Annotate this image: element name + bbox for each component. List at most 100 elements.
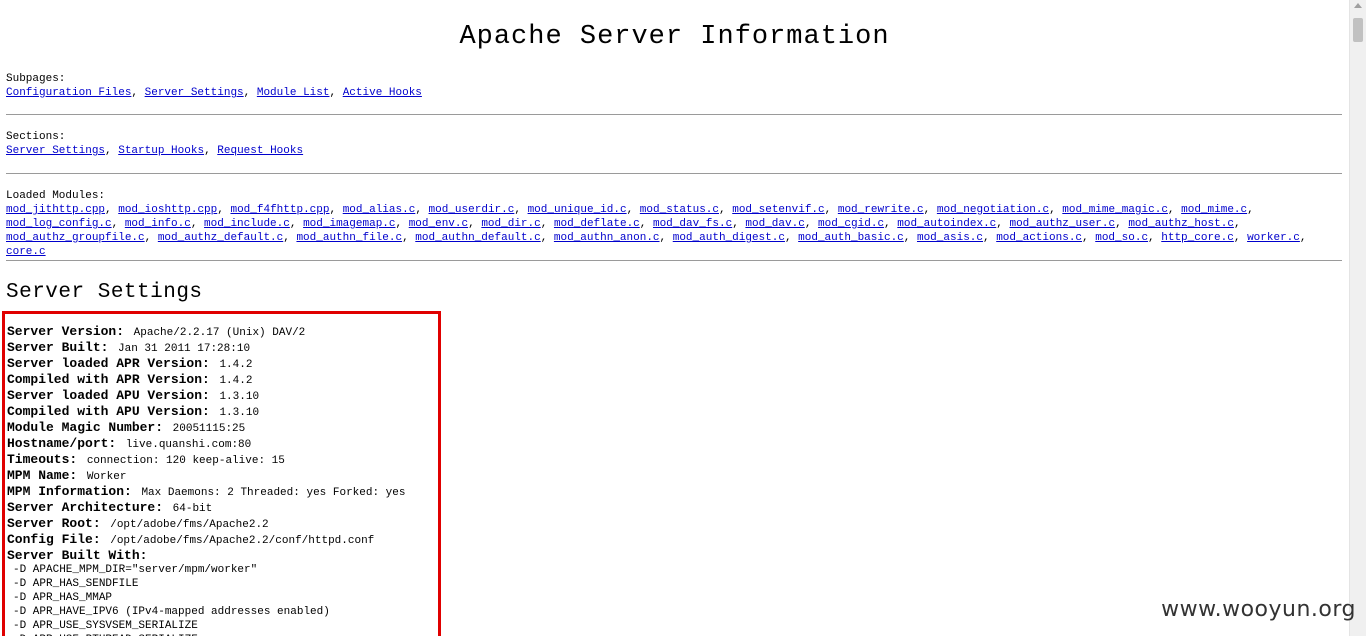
page-content: Apache Server Information Subpages: Conf… (0, 0, 1349, 636)
vertical-scrollbar[interactable] (1349, 0, 1366, 636)
module-link[interactable]: mod_setenvif.c (732, 204, 824, 216)
module-link[interactable]: mod_rewrite.c (838, 204, 924, 216)
module-link[interactable]: http_core.c (1161, 232, 1234, 244)
setting-key: Config File: (7, 532, 101, 547)
module-link[interactable]: core.c (6, 246, 46, 258)
module-link[interactable]: mod_so.c (1095, 232, 1148, 244)
module-link[interactable]: mod_autoindex.c (897, 218, 996, 230)
module-link[interactable]: mod_auth_digest.c (673, 232, 785, 244)
module-link[interactable]: mod_authz_groupfile.c (6, 232, 145, 244)
module-link[interactable]: mod_authz_default.c (158, 232, 283, 244)
subpages-label: Subpages: (6, 73, 66, 85)
loaded-modules-section: Loaded Modules: mod_jithttp.cpp, mod_ios… (6, 189, 1342, 259)
build-define: -D APR_HAS_SENDFILE (13, 578, 139, 590)
setting-row: Server Architecture: 64-bit (7, 499, 437, 515)
module-link[interactable]: mod_alias.c (343, 204, 416, 216)
server-settings-heading: Server Settings (6, 281, 203, 304)
section-link[interactable]: Server Settings (6, 145, 105, 157)
module-link[interactable]: mod_log_config.c (6, 218, 112, 230)
section-link[interactable]: Startup Hooks (118, 145, 204, 157)
setting-value: live.quanshi.com:80 (125, 439, 252, 451)
module-link[interactable]: mod_authn_default.c (415, 232, 540, 244)
subpage-link[interactable]: Module List (257, 87, 330, 99)
module-link[interactable]: mod_actions.c (996, 232, 1082, 244)
module-link[interactable]: mod_jithttp.cpp (6, 204, 105, 216)
setting-value: Apache/2.2.17 (Unix) DAV/2 (133, 327, 306, 339)
sections-label: Sections: (6, 131, 66, 143)
module-link[interactable]: mod_mime.c (1181, 204, 1247, 216)
settings-rows: Server Version: Apache/2.2.17 (Unix) DAV… (7, 323, 437, 563)
module-link[interactable]: mod_dir.c (481, 218, 540, 230)
setting-value: 1.4.2 (219, 375, 253, 387)
module-link[interactable]: mod_mime_magic.c (1062, 204, 1168, 216)
module-link[interactable]: mod_imagemap.c (303, 218, 395, 230)
setting-row: Server Root: /opt/adobe/fms/Apache2.2 (7, 515, 437, 531)
setting-key: MPM Name: (7, 468, 78, 483)
build-define: -D APR_HAVE_IPV6 (IPv4-mapped addresses … (13, 606, 330, 618)
setting-value: Worker (86, 471, 127, 483)
build-define: -D APR_USE_SYSVSEM_SERIALIZE (13, 620, 198, 632)
divider (6, 114, 1342, 115)
setting-key: Server Root: (7, 516, 101, 531)
subpage-link[interactable]: Configuration Files (6, 87, 131, 99)
setting-key: MPM Information: (7, 484, 132, 499)
module-link[interactable]: mod_authn_anon.c (554, 232, 660, 244)
setting-row: MPM Name: Worker (7, 467, 437, 483)
setting-value: Jan 31 2011 17:28:10 (118, 343, 251, 355)
build-defines-list: -D APACHE_MPM_DIR="server/mpm/worker" -D … (7, 563, 437, 636)
setting-value: /opt/adobe/fms/Apache2.2 (110, 519, 269, 531)
module-link[interactable]: mod_dav.c (745, 218, 804, 230)
section-link[interactable]: Request Hooks (217, 145, 303, 157)
module-link[interactable]: mod_authz_host.c (1128, 218, 1234, 230)
setting-key: Server Built: (7, 340, 109, 355)
setting-key: Server Architecture: (7, 500, 164, 515)
setting-row: Module Magic Number: 20051115:25 (7, 419, 437, 435)
setting-row: Server Version: Apache/2.2.17 (Unix) DAV… (7, 323, 437, 339)
subpage-link[interactable]: Server Settings (145, 87, 244, 99)
setting-value: 1.3.10 (219, 391, 260, 403)
setting-value: 1.4.2 (219, 359, 253, 371)
setting-row: Compiled with APU Version: 1.3.10 (7, 403, 437, 419)
setting-value: Max Daemons: 2 Threaded: yes Forked: yes (141, 487, 406, 499)
setting-key: Compiled with APR Version: (7, 372, 210, 387)
module-link[interactable]: mod_dav_fs.c (653, 218, 732, 230)
module-link[interactable]: mod_userdir.c (429, 204, 515, 216)
module-link[interactable]: mod_f4fhttp.cpp (230, 204, 329, 216)
setting-value: 64-bit (172, 503, 213, 515)
page-title: Apache Server Information (459, 22, 890, 52)
module-link[interactable]: mod_authz_user.c (1009, 218, 1115, 230)
setting-row: Hostname/port: live.quanshi.com:80 (7, 435, 437, 451)
setting-key: Server loaded APR Version: (7, 356, 210, 371)
module-link[interactable]: mod_asis.c (917, 232, 983, 244)
server-settings-list: Server Version: Apache/2.2.17 (Unix) DAV… (7, 323, 437, 636)
sections-links: Server Settings, Startup Hooks, Request … (6, 145, 304, 157)
module-link[interactable]: mod_unique_id.c (528, 204, 627, 216)
module-link[interactable]: worker.c (1247, 232, 1300, 244)
module-link[interactable]: mod_negotiation.c (937, 204, 1049, 216)
subpage-link[interactable]: Active Hooks (343, 87, 422, 99)
subpages-section: Subpages: Configuration Files, Server Se… (6, 72, 1342, 100)
setting-row: Compiled with APR Version: 1.4.2 (7, 371, 437, 387)
loaded-modules-label: Loaded Modules: (6, 190, 106, 202)
watermark: www.wooyun.org (1161, 597, 1356, 622)
module-link[interactable]: mod_ioshttp.cpp (118, 204, 217, 216)
build-define: -D APACHE_MPM_DIR="server/mpm/worker" (13, 564, 258, 576)
module-link[interactable]: mod_env.c (409, 218, 468, 230)
setting-key: Timeouts: (7, 452, 78, 467)
module-link[interactable]: mod_auth_basic.c (798, 232, 904, 244)
module-link[interactable]: mod_deflate.c (554, 218, 640, 230)
build-define: -D APR_HAS_MMAP (13, 592, 113, 604)
module-link[interactable]: mod_include.c (204, 218, 290, 230)
module-link[interactable]: mod_status.c (640, 204, 719, 216)
scroll-up-arrow-icon[interactable] (1354, 3, 1362, 8)
module-link[interactable]: mod_cgid.c (818, 218, 884, 230)
setting-row: Timeouts: connection: 120 keep-alive: 15 (7, 451, 437, 467)
setting-row: MPM Information: Max Daemons: 2 Threaded… (7, 483, 437, 499)
module-link[interactable]: mod_authn_file.c (296, 232, 402, 244)
module-link[interactable]: mod_info.c (125, 218, 191, 230)
setting-value: /opt/adobe/fms/Apache2.2/conf/httpd.conf (110, 535, 375, 547)
setting-key: Compiled with APU Version: (7, 404, 210, 419)
loaded-modules-links: mod_jithttp.cpp, mod_ioshttp.cpp, mod_f4… (6, 204, 1307, 258)
setting-key: Server loaded APU Version: (7, 388, 210, 403)
scroll-thumb[interactable] (1353, 18, 1363, 42)
